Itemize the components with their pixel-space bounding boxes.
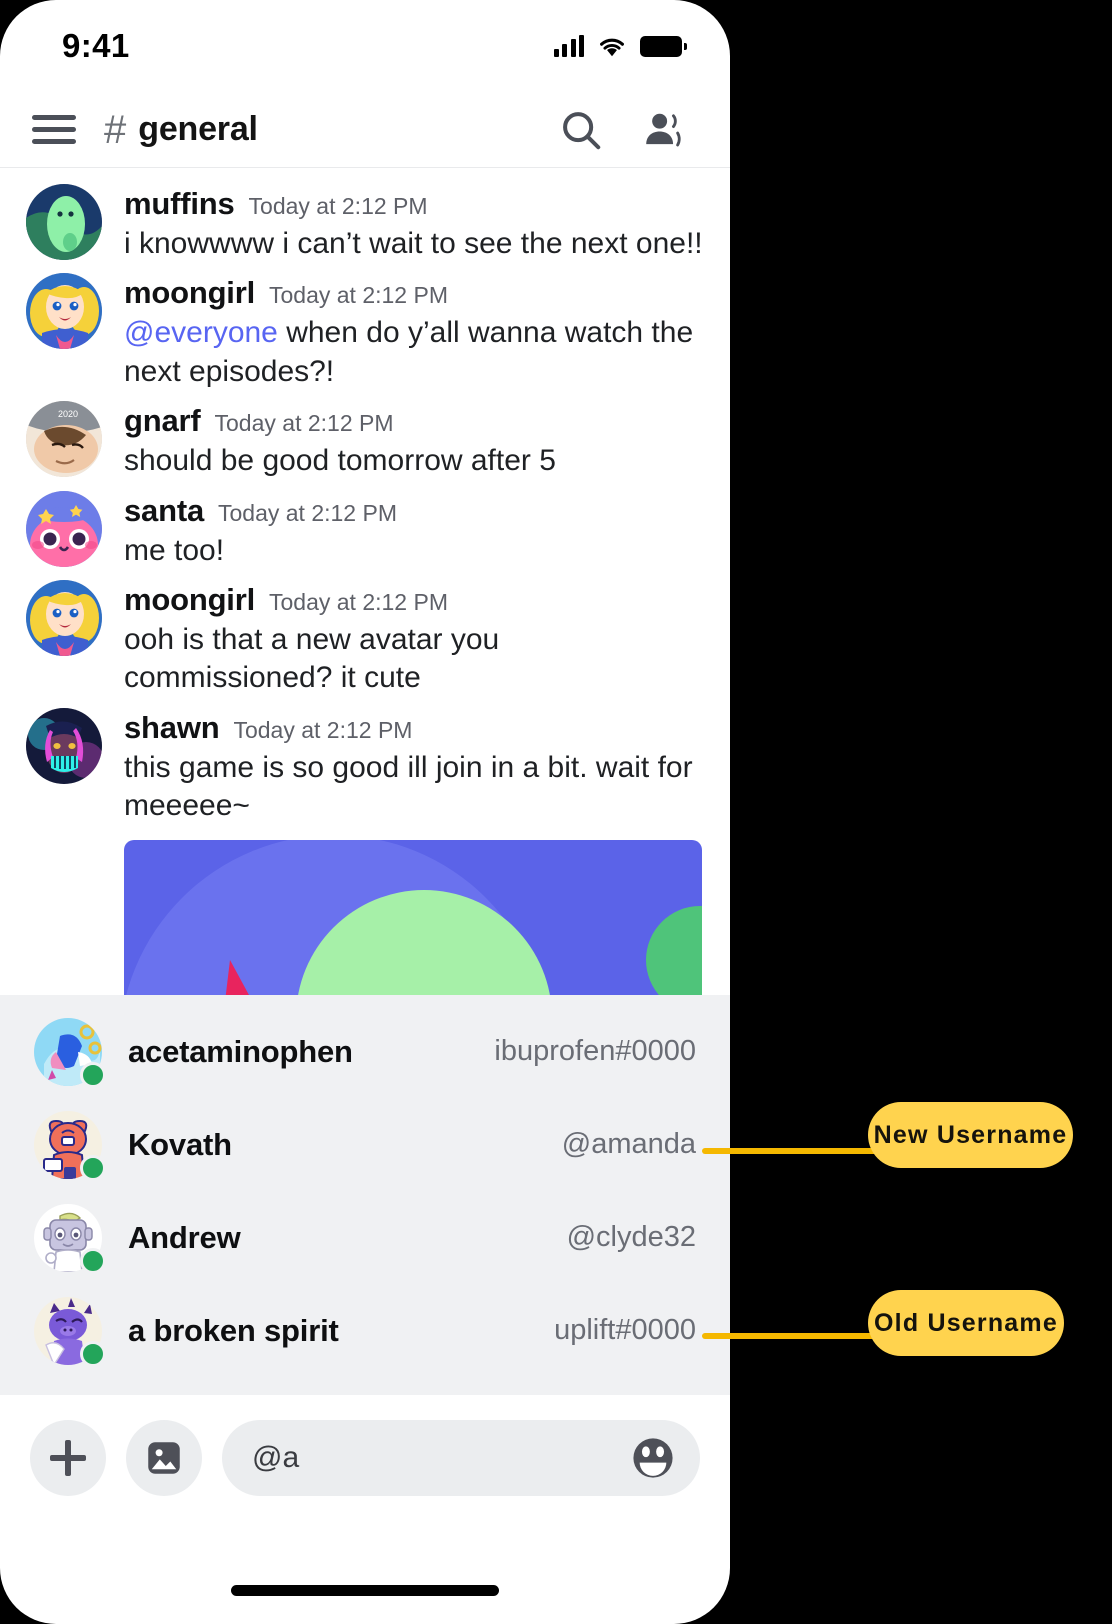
callout-line-new-username: [702, 1148, 892, 1154]
message-timestamp: Today at 2:12 PM: [248, 193, 428, 219]
avatar-wrap: [34, 1296, 106, 1367]
message-item: muffins Today at 2:12 PM i knowwww i can…: [0, 174, 730, 263]
message-timestamp: Today at 2:12 PM: [217, 499, 397, 526]
list-item[interactable]: acetaminophen ibuprofen#0000: [0, 1005, 730, 1098]
avatar-wrap: [34, 1203, 106, 1274]
plus-icon: [48, 1438, 88, 1478]
status-badge-online: [80, 1247, 106, 1274]
message-item: moongirl Today at 2:12 PM ooh is that a …: [0, 570, 730, 698]
avatar[interactable]: [26, 184, 102, 260]
hamburger-menu-icon[interactable]: [32, 115, 76, 144]
wifi-icon: [600, 38, 624, 56]
cellular-signal-icon: [553, 35, 584, 57]
list-item[interactable]: Andrew @clyde32: [0, 1191, 730, 1284]
callout-old-username: Old Username: [868, 1290, 1064, 1356]
emoji-icon[interactable]: [628, 1433, 678, 1483]
message-timestamp: Today at 2:12 PM: [214, 410, 394, 437]
image-attachment-icon: [148, 1441, 180, 1474]
message-header: moongirl Today at 2:12 PM: [124, 582, 704, 618]
page-title: general: [138, 110, 258, 148]
callout-label: Old Username: [874, 1308, 1058, 1337]
status-badge-online: [80, 1154, 106, 1181]
message-body: santa Today at 2:12 PM me too!: [124, 491, 704, 570]
suggestion-nickname: a broken spirit: [128, 1312, 339, 1348]
home-indicator: [231, 1585, 499, 1596]
avatar[interactable]: [26, 707, 102, 784]
status-bar: 9:41: [0, 0, 730, 92]
image-attachment-button[interactable]: [126, 1419, 202, 1496]
phone-frame: 9:41 # general muffins Today at 2:12 PM …: [0, 0, 730, 1624]
status-badge-online: [80, 1061, 106, 1088]
message-header: gnarf Today at 2:12 PM: [124, 403, 704, 439]
suggestion-handle: uplift#0000: [554, 1314, 696, 1346]
battery-full-icon: [640, 35, 687, 57]
avatar[interactable]: [26, 579, 102, 656]
search-icon[interactable]: [558, 107, 604, 153]
suggestion-handle: @amanda: [561, 1128, 696, 1160]
message-header: muffins Today at 2:12 PM: [124, 186, 704, 222]
message-item: moongirl Today at 2:12 PM @everyone when…: [0, 263, 730, 391]
message-item: 2020 gnarf Today at 2:12 PM should be go…: [0, 391, 730, 480]
callout-label: New Username: [873, 1120, 1068, 1149]
add-attachment-button[interactable]: [30, 1419, 106, 1496]
message-timestamp: Today at 2:12 PM: [233, 716, 413, 743]
message-username[interactable]: moongirl: [124, 582, 255, 618]
message-header: shawn Today at 2:12 PM: [124, 710, 704, 746]
hash-icon: #: [104, 107, 127, 152]
message-attachment-image[interactable]: [124, 839, 702, 1009]
avatar[interactable]: 2020: [26, 401, 102, 478]
list-item[interactable]: a broken spirit uplift#0000: [0, 1284, 730, 1377]
svg-text:2020: 2020: [58, 409, 78, 419]
message-item: santa Today at 2:12 PM me too!: [0, 481, 730, 570]
message-text: me too!: [124, 533, 225, 567]
channel-header: # general: [0, 92, 730, 168]
avatar-wrap: [34, 1110, 106, 1181]
message-text: @everyone when do y’all wanna watch the …: [124, 314, 704, 391]
screen-root: 9:41 # general muffins Today at 2:12 PM …: [0, 0, 1112, 1624]
message-text: should be good tomorrow after 5: [124, 444, 556, 478]
status-time: 9:41: [62, 27, 130, 64]
suggestion-nickname: Andrew: [128, 1219, 241, 1255]
avatar[interactable]: [26, 490, 102, 567]
avatar-wrap: [34, 1017, 106, 1088]
message-composer: @a: [0, 1395, 730, 1520]
status-badge-online: [80, 1340, 106, 1367]
message-username[interactable]: santa: [124, 493, 204, 529]
message-username[interactable]: moongirl: [124, 275, 255, 311]
message-body: moongirl Today at 2:12 PM ooh is that a …: [124, 580, 704, 698]
message-username[interactable]: muffins: [124, 186, 235, 222]
message-list[interactable]: muffins Today at 2:12 PM i knowwww i can…: [0, 168, 730, 1009]
avatar[interactable]: [26, 273, 102, 350]
list-item[interactable]: Kovath @amanda: [0, 1098, 730, 1191]
message-text: i knowwww i can’t wait to see the next o…: [124, 227, 703, 260]
message-body: moongirl Today at 2:12 PM @everyone when…: [124, 273, 704, 391]
suggestion-nickname: acetaminophen: [128, 1033, 353, 1069]
callout-line-old-username: [702, 1333, 892, 1339]
message-text: ooh is that a new avatar you commissione…: [124, 622, 500, 695]
message-header: moongirl Today at 2:12 PM: [124, 275, 704, 311]
message-timestamp: Today at 2:12 PM: [269, 282, 448, 309]
callout-new-username: New Username: [868, 1102, 1073, 1168]
message-header: santa Today at 2:12 PM: [124, 493, 704, 529]
message-body: gnarf Today at 2:12 PM should be good to…: [124, 401, 704, 480]
channel-name-group[interactable]: # general: [104, 110, 558, 150]
members-icon[interactable]: [642, 107, 688, 153]
message-text: this game is so good ill join in a bit. …: [124, 750, 693, 823]
suggestion-nickname: Kovath: [128, 1126, 232, 1162]
message-input-value: @a: [252, 1440, 300, 1474]
suggestion-handle: ibuprofen#0000: [494, 1035, 696, 1067]
message-username[interactable]: gnarf: [124, 403, 201, 439]
message-timestamp: Today at 2:12 PM: [269, 588, 448, 615]
mention-autocomplete-panel: acetaminophen ibuprofen#0000 Kovath @ama…: [0, 995, 730, 1395]
header-actions: [558, 107, 688, 153]
message-body: shawn Today at 2:12 PM this game is so g…: [124, 708, 704, 1009]
message-input-field[interactable]: @a: [222, 1419, 700, 1496]
message-item: shawn Today at 2:12 PM this game is so g…: [0, 698, 730, 1009]
status-icons: [553, 35, 687, 57]
mention-everyone[interactable]: @everyone: [124, 316, 278, 349]
suggestion-handle: @clyde32: [566, 1221, 696, 1253]
message-body: muffins Today at 2:12 PM i knowwww i can…: [124, 184, 704, 263]
message-username[interactable]: shawn: [124, 710, 220, 746]
